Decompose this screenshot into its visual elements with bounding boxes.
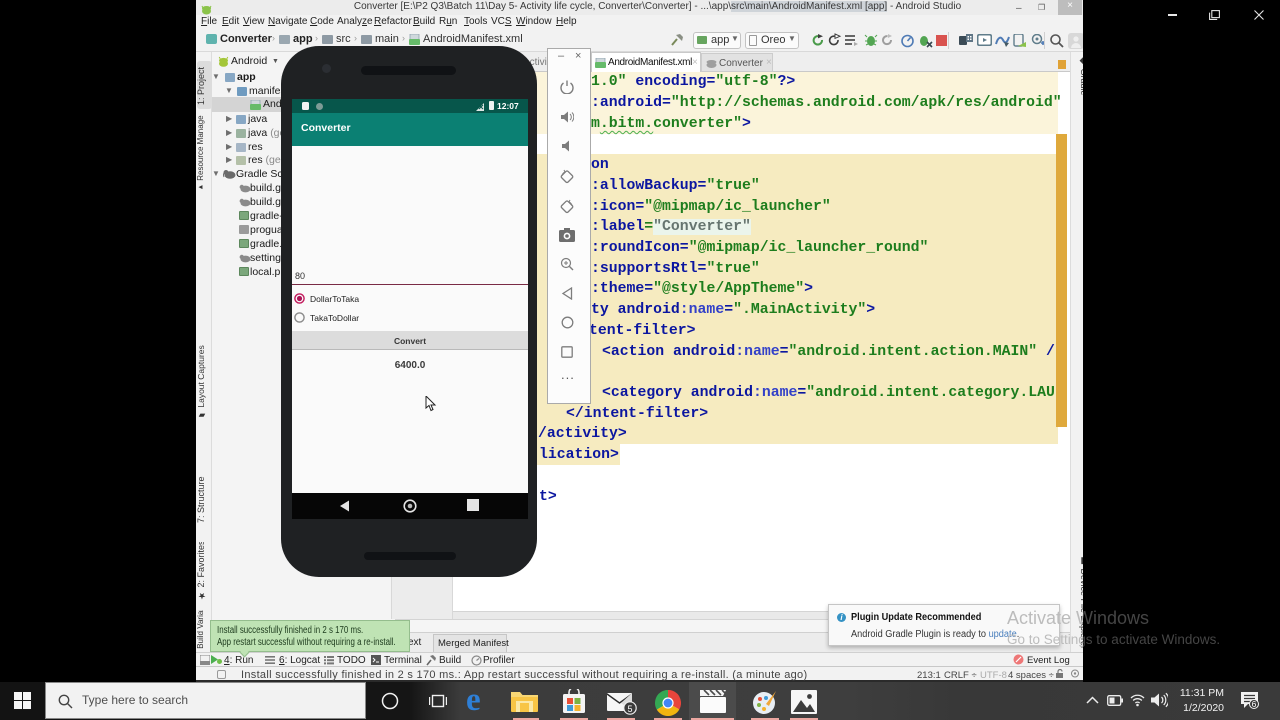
- svg-text:6: 6: [1252, 699, 1257, 709]
- svg-text:5: 5: [627, 704, 632, 714]
